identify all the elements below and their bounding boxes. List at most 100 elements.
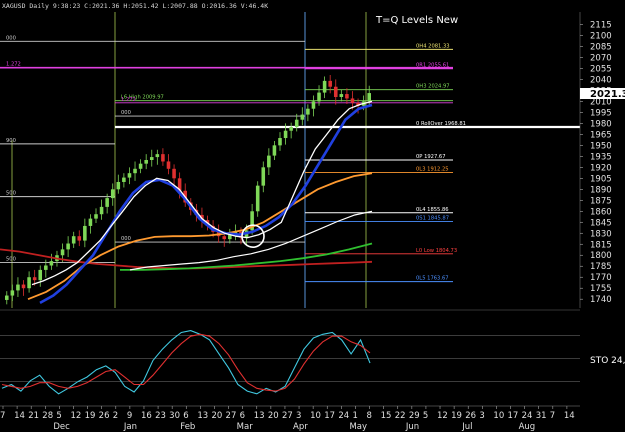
level-label-2: 0H3 2024.97	[416, 84, 450, 90]
level-label-0: 0H4 2081.33	[416, 43, 450, 49]
stochastic-label: STO 24,	[590, 356, 625, 366]
price-tick-label-8: 1995	[590, 108, 612, 118]
level-label-5: 0P 1927.67	[416, 154, 446, 160]
candle-body-23	[133, 168, 137, 174]
month-label-0: Dec	[53, 422, 70, 432]
date-tick-label-19: 20	[268, 411, 279, 421]
price-tick-label-24: 1755	[590, 284, 612, 294]
date-tick-label-8: 2	[113, 411, 118, 421]
candle-body-52	[294, 119, 299, 128]
date-tick-label-28: 22	[395, 411, 406, 421]
level-label-6: 0L3 1912.25	[416, 166, 449, 172]
candle-body-49	[278, 138, 282, 146]
candle-body-0	[5, 295, 9, 300]
price-tick-label-14: 1905	[590, 174, 612, 184]
month-label-3: Mar	[237, 422, 254, 432]
date-tick-label-20: 27	[282, 411, 293, 421]
date-tick-label-9: 9	[127, 411, 132, 421]
date-tick-label-30: 5	[423, 411, 428, 421]
date-tick-label-38: 31	[536, 411, 547, 421]
candle-body-53	[300, 114, 305, 120]
price-tick-label-20: 1815	[590, 240, 612, 250]
chart-background	[0, 0, 625, 432]
candle-body-20	[116, 181, 121, 190]
date-tick-label-37: 24	[522, 411, 533, 421]
price-tick-label-18: 1845	[590, 218, 612, 228]
candle-body-6	[38, 269, 43, 281]
candle-body-18	[105, 198, 109, 207]
candle-body-28	[161, 154, 165, 162]
level-label-16: 000	[121, 236, 131, 242]
candle-body-60	[339, 94, 344, 97]
price-tick-label-22: 1785	[590, 262, 612, 272]
date-tick-label-18: 13	[254, 411, 265, 421]
level-label-17: 500	[6, 257, 16, 263]
date-tick-label-35: 10	[493, 411, 504, 421]
chart-title: T=Q Levels New	[375, 15, 458, 26]
date-tick-label-1: 14	[14, 411, 25, 421]
date-tick-label-36: 17	[508, 411, 519, 421]
price-tick-label-17: 1860	[590, 207, 612, 217]
price-tick-label-5: 2040	[590, 75, 612, 85]
price-tick-label-25: 1740	[590, 295, 612, 305]
month-label-6: Jun	[405, 422, 419, 432]
price-tick-label-12: 1935	[590, 152, 612, 162]
date-tick-label-10: 16	[141, 411, 152, 421]
date-tick-label-32: 19	[451, 411, 462, 421]
candle-body-12	[71, 236, 76, 244]
candle-body-65	[367, 93, 371, 102]
level-label-10: 0L5 1763.67	[416, 276, 449, 282]
date-tick-label-27: 15	[381, 411, 392, 421]
date-tick-label-16: 27	[226, 411, 237, 421]
level-label-9: L0 Low 1804.73	[416, 248, 457, 254]
date-tick-label-7: 26	[99, 411, 110, 421]
month-label-4: Apr	[293, 422, 308, 432]
candle-body-11	[66, 243, 70, 250]
candle-body-1	[10, 290, 15, 296]
price-tick-label-11: 1950	[590, 141, 612, 151]
candle-body-27	[155, 154, 160, 158]
candle-body-3	[21, 284, 26, 289]
level-label-12: 1.272	[121, 97, 136, 103]
level-label-18: 000	[6, 35, 16, 41]
date-tick-label-39: 7	[550, 411, 555, 421]
level-label-15: 000	[121, 110, 131, 116]
price-tick-label-23: 1770	[590, 273, 612, 283]
date-tick-label-21: 3	[296, 411, 301, 421]
price-tick-label-2: 2085	[590, 42, 612, 52]
price-tick-label-1: 2100	[590, 31, 612, 41]
month-label-5: May	[349, 422, 367, 432]
date-tick-label-11: 23	[155, 411, 166, 421]
level-label-11: 1.272	[6, 62, 21, 68]
candle-body-59	[333, 86, 338, 97]
candle-body-4	[27, 277, 31, 289]
candle-body-7	[44, 265, 48, 270]
price-tick-label-9: 1980	[590, 119, 612, 129]
date-tick-label-22: 10	[310, 411, 321, 421]
candle-body-5	[32, 277, 37, 281]
price-tick-label-4: 2055	[590, 64, 612, 74]
price-tick-label-21: 1800	[590, 251, 612, 261]
candle-body-50	[283, 130, 288, 139]
price-tick-label-0: 2115	[590, 20, 612, 30]
date-tick-label-23: 17	[324, 411, 335, 421]
level-label-14: 500	[6, 191, 16, 197]
date-tick-label-5: 12	[70, 411, 81, 421]
candle-body-51	[289, 127, 293, 131]
price-tick-label-19: 1830	[590, 229, 612, 239]
date-tick-label-34: 3	[479, 411, 484, 421]
candle-body-22	[127, 173, 132, 178]
candle-body-61	[345, 94, 349, 99]
month-label-8: Aug	[519, 422, 536, 432]
candle-body-56	[317, 92, 321, 102]
date-tick-label-40: 14	[564, 411, 575, 421]
date-tick-label-0: 7	[0, 411, 5, 421]
date-tick-label-14: 13	[197, 411, 208, 421]
chart-canvas: 0H4 2081.330R1 2055.610H3 2024.97L6 High…	[0, 0, 625, 432]
level-label-8: 0S1 1845.87	[416, 216, 449, 222]
date-tick-label-12: 30	[169, 411, 180, 421]
price-tick-label-16: 1875	[590, 196, 612, 206]
date-tick-label-15: 20	[211, 411, 222, 421]
date-tick-label-17: 6	[240, 411, 245, 421]
price-tick-label-3: 2070	[590, 53, 612, 63]
